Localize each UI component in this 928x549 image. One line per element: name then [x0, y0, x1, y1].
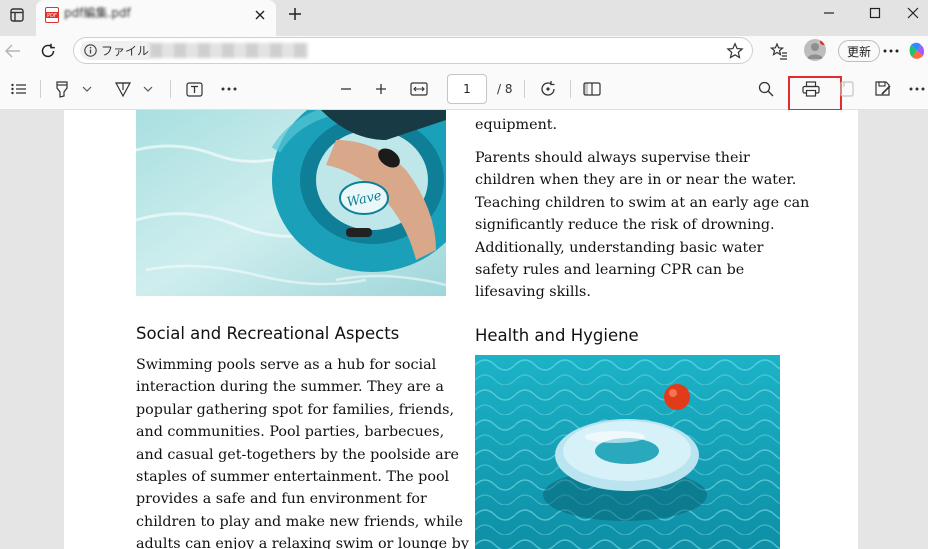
highlight-dropdown-chevron-icon[interactable] [80, 76, 94, 102]
toolbar-divider [170, 80, 171, 98]
paragraph-line: popular gathering spot for families, fri… [136, 401, 455, 418]
supervision-paragraph: Parents should always supervise their ch… [475, 147, 809, 304]
paragraph-line: significantly reduce the risk of drownin… [475, 217, 775, 234]
paragraph-line: provides a safe and fun environment for [136, 491, 427, 508]
fit-to-width-icon[interactable] [408, 76, 430, 102]
section-heading-health: Health and Hygiene [475, 326, 639, 345]
zoom-in-icon[interactable] [371, 76, 391, 102]
copilot-icon[interactable] [906, 38, 928, 64]
text-box-icon[interactable] [183, 76, 205, 102]
pdf-more-options-icon[interactable] [906, 76, 928, 102]
save-disabled-icon [839, 76, 855, 102]
pool-ring-photo [475, 355, 780, 549]
section-heading-social: Social and Recreational Aspects [136, 324, 400, 343]
maximize-icon[interactable] [852, 2, 898, 24]
close-window-icon[interactable] [898, 2, 928, 24]
pdf-viewer[interactable]: Wave equipment. Parents should always su… [0, 110, 928, 549]
pdf-page: Wave equipment. Parents should always su… [64, 110, 858, 549]
favorites-icon[interactable] [766, 38, 792, 64]
url-text [150, 43, 308, 58]
save-as-icon[interactable] [872, 76, 894, 102]
social-paragraph: Swimming pools serve as a hub for social… [136, 354, 469, 549]
more-options-icon[interactable] [878, 38, 904, 64]
draw-dropdown-chevron-icon[interactable] [141, 76, 155, 102]
pdf-toolbar: 1 / 8 [0, 68, 928, 111]
zoom-out-icon[interactable] [336, 76, 356, 102]
paragraph-line: and communities. Pool parties, barbecues… [136, 424, 445, 441]
paragraph-line: Swimming pools serve as a hub for social [136, 357, 437, 373]
search-icon[interactable] [755, 76, 777, 102]
toolbar-divider [570, 80, 571, 98]
paragraph-line: children when they are in or near the wa… [475, 172, 797, 189]
more-tools-icon[interactable] [218, 76, 240, 102]
toolbar-divider [40, 80, 41, 98]
paragraph-line: Additionally, understanding basic water [475, 239, 764, 256]
highlight-icon[interactable] [52, 76, 72, 102]
page-total: / 8 [497, 82, 513, 96]
pool-float-photo: Wave [136, 110, 446, 296]
svg-text:PDF: PDF [47, 13, 57, 19]
minimize-icon[interactable] [806, 2, 852, 24]
tab-bar: PDF pdf編集.pdf [0, 0, 928, 36]
paragraph-line: lifesaving skills. [475, 284, 591, 301]
close-tab-icon[interactable] [254, 6, 266, 25]
profile-avatar[interactable] [804, 39, 826, 61]
paragraph-line: Teaching children to swim at an early ag… [475, 194, 810, 211]
toolbar-divider [524, 80, 525, 98]
file-chip-label: ファイル [101, 44, 150, 58]
paragraph-line: staples of summer entertainment. The poo… [136, 469, 450, 486]
browser-tab[interactable]: PDF pdf編集.pdf [36, 0, 276, 36]
notification-dot [820, 39, 826, 45]
favorite-star-icon[interactable] [726, 42, 744, 64]
address-bar: ファイル [0, 36, 928, 68]
paragraph-line: interaction during the summer. They are … [136, 379, 444, 396]
tab-title: pdf編集.pdf [64, 6, 131, 20]
tab-actions-icon[interactable] [4, 3, 30, 27]
info-icon [84, 44, 97, 57]
contents-list-icon[interactable] [8, 76, 30, 102]
paragraph-line: and casual get-togethers by the poolside… [136, 446, 459, 463]
draw-icon[interactable] [112, 76, 134, 102]
print-highlight-box [788, 76, 842, 111]
page-number-input[interactable]: 1 [447, 74, 487, 104]
update-button[interactable]: 更新 [838, 40, 881, 62]
paragraph-line: Parents should always supervise their [475, 150, 750, 166]
paragraph-line: children to play and make new friends, w… [136, 513, 463, 530]
page-view-icon[interactable] [581, 76, 603, 102]
site-info-chip[interactable]: ファイル [80, 41, 157, 60]
right-intro-text: equipment. [475, 117, 558, 133]
new-tab-icon[interactable] [284, 3, 306, 25]
pdf-file-icon: PDF [45, 7, 59, 27]
rotate-icon[interactable] [537, 76, 559, 102]
back-arrow-icon[interactable] [0, 38, 26, 64]
paragraph-line: safety rules and learning CPR can be [475, 262, 745, 279]
paragraph-line: adults can enjoy a relaxing swim or loun… [136, 536, 469, 549]
url-field[interactable]: ファイル [73, 37, 753, 64]
reload-icon[interactable] [35, 38, 61, 64]
